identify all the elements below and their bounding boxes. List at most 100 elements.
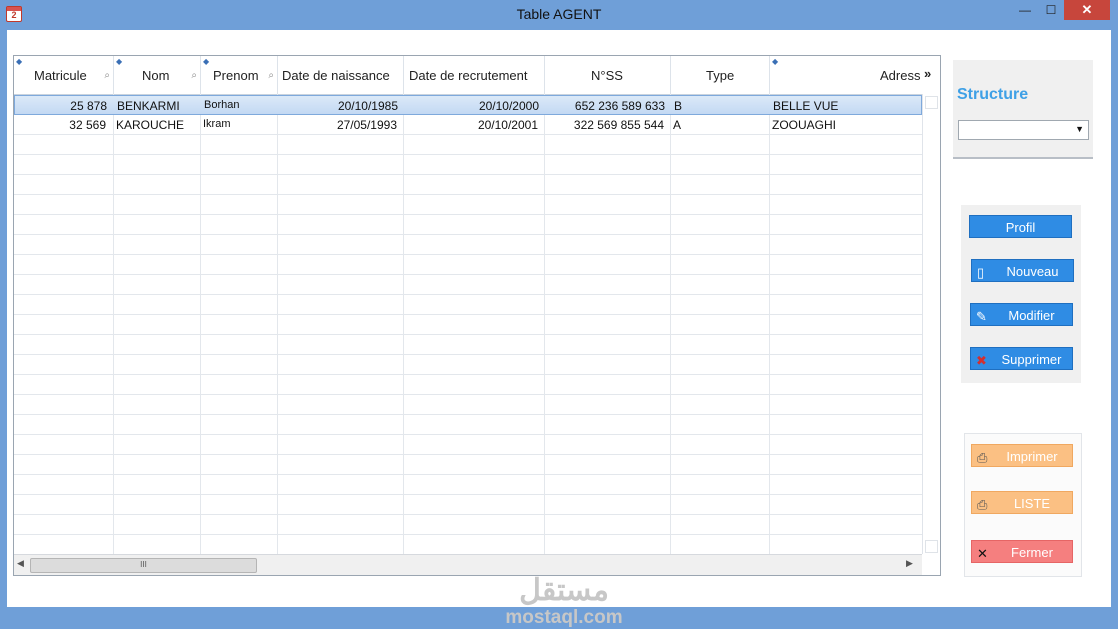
button-label: Modifier <box>1008 308 1055 323</box>
vertical-scrollbar[interactable] <box>922 94 940 554</box>
search-icon[interactable]: ⌕ <box>104 70 110 81</box>
empty-table-row <box>14 455 922 475</box>
new-document-icon: ▯ <box>977 265 985 280</box>
column-header-date-recrutement[interactable]: Date de recrutement <box>404 56 545 94</box>
horizontal-scrollbar[interactable]: ◀ III ▶ <box>14 554 922 575</box>
cell-prenom: Ikram <box>203 118 231 130</box>
button-label: Supprimer <box>1001 352 1062 367</box>
empty-table-row <box>14 435 922 455</box>
column-header-nom[interactable]: ◆ Nom ⌕ <box>114 56 201 94</box>
watermark-latin: mostaql.com <box>505 607 623 628</box>
cell-nom: BENKARMI <box>117 99 180 113</box>
table-header: ◆ Matricule ⌕ ◆ Nom ⌕ ◆ Prenom ⌕ Date de… <box>14 56 940 95</box>
fermer-button[interactable]: ✕ Fermer <box>971 540 1073 563</box>
empty-table-row <box>14 155 922 175</box>
watermark-arabic: مستقل <box>519 574 609 607</box>
empty-table-row <box>14 515 922 535</box>
cell-recrutement: 20/10/2000 <box>478 99 539 113</box>
cell-naissance: 20/10/1985 <box>337 99 398 113</box>
scroll-up-box[interactable] <box>925 96 938 109</box>
more-columns-icon[interactable]: » <box>924 66 931 81</box>
button-label: Fermer <box>1011 545 1053 560</box>
scroll-down-box[interactable] <box>925 540 938 553</box>
cell-nss: 322 569 855 544 <box>573 118 664 132</box>
column-header-date-naissance[interactable]: Date de naissance <box>278 56 404 94</box>
watermark: مستقل mostaql.com <box>494 575 634 629</box>
scroll-right-arrow-icon[interactable]: ▶ <box>906 558 913 569</box>
client-area: ◆ Matricule ⌕ ◆ Nom ⌕ ◆ Prenom ⌕ Date de… <box>7 30 1111 628</box>
window-title: Table AGENT <box>516 6 602 22</box>
scrollbar-thumb[interactable]: III <box>30 558 257 573</box>
app-window: 2 Table AGENT — ☐ ✕ ◆ Matricule ⌕ ◆ Nom … <box>0 0 1118 628</box>
column-header-type[interactable]: Type <box>671 56 770 94</box>
printer-icon: ⎙ <box>977 450 988 465</box>
column-header-matricule[interactable]: ◆ Matricule ⌕ <box>14 56 114 94</box>
empty-table-row <box>14 415 922 435</box>
liste-button[interactable]: ⎙ LISTE <box>971 491 1073 514</box>
empty-table-row <box>14 295 922 315</box>
search-icon[interactable]: ⌕ <box>268 70 274 81</box>
nouveau-button[interactable]: ▯ Nouveau <box>971 259 1074 282</box>
edit-icon: ✎ <box>976 309 987 324</box>
cell-matricule: 25 878 <box>70 99 107 113</box>
column-label: Type <box>706 68 735 83</box>
cell-type: A <box>673 118 682 132</box>
modifier-button[interactable]: ✎ Modifier <box>970 303 1073 326</box>
close-x-icon: ✕ <box>977 546 988 561</box>
empty-table-row <box>14 275 922 295</box>
sort-icon[interactable]: ◆ <box>16 57 22 66</box>
column-header-prenom[interactable]: ◆ Prenom ⌕ <box>201 56 278 94</box>
printer-icon: ⎙ <box>977 497 988 512</box>
empty-table-row <box>14 235 922 255</box>
cell-nom: KAROUCHE <box>116 118 185 132</box>
delete-x-icon: ✖ <box>976 353 987 368</box>
empty-table-row <box>14 355 922 375</box>
cell-recrutement: 20/10/2001 <box>477 118 538 132</box>
sort-icon[interactable]: ◆ <box>203 57 209 66</box>
empty-table-row <box>14 195 922 215</box>
column-label: Date de recrutement <box>409 68 528 83</box>
structure-label: Structure <box>957 86 1029 103</box>
cell-matricule: 32 569 <box>69 118 106 132</box>
profil-button[interactable]: Profil <box>969 215 1072 238</box>
print-panel: ⎙ Imprimer ⎙ LISTE ✕ Fermer <box>964 433 1082 577</box>
supprimer-button[interactable]: ✖ Supprimer <box>970 347 1073 370</box>
cell-prenom: Borhan <box>204 99 240 111</box>
column-header-adresse[interactable]: ◆ Adress <box>770 56 922 94</box>
close-window-button[interactable]: ✕ <box>1064 0 1110 20</box>
button-label: LISTE <box>1013 496 1051 511</box>
column-header-nss[interactable]: N°SS <box>545 56 671 94</box>
table-row[interactable]: 25 878 BENKARMI Borhan 20/10/1985 20/10/… <box>14 95 922 115</box>
empty-table-row <box>14 175 922 195</box>
imprimer-button[interactable]: ⎙ Imprimer <box>971 444 1073 467</box>
maximize-button[interactable]: ☐ <box>1038 0 1064 20</box>
title-bar[interactable]: 2 Table AGENT — ☐ ✕ <box>0 0 1118 30</box>
agent-table[interactable]: ◆ Matricule ⌕ ◆ Nom ⌕ ◆ Prenom ⌕ Date de… <box>13 55 941 576</box>
empty-table-row <box>14 335 922 355</box>
column-label: N°SS <box>591 68 623 83</box>
cell-naissance: 27/05/1993 <box>336 118 397 132</box>
cell-adresse: BELLE VUE <box>773 99 839 113</box>
button-label: Nouveau <box>1006 264 1059 279</box>
empty-table-row <box>14 475 922 495</box>
scroll-left-arrow-icon[interactable]: ◀ <box>17 558 24 569</box>
cell-adresse: ZOOUAGHI <box>772 118 837 132</box>
empty-table-row <box>14 255 922 275</box>
structure-dropdown[interactable]: ▼ <box>958 120 1089 140</box>
chevron-down-icon[interactable]: ▼ <box>1075 124 1084 134</box>
button-label: Profil <box>1005 220 1036 235</box>
empty-table-row <box>14 215 922 235</box>
empty-table-row <box>14 395 922 415</box>
empty-table-row <box>14 375 922 395</box>
search-icon[interactable]: ⌕ <box>191 70 197 81</box>
sort-icon[interactable]: ◆ <box>772 57 778 66</box>
column-label: Matricule <box>34 68 87 83</box>
cell-nss: 652 236 589 633 <box>574 99 665 113</box>
column-label: Date de naissance <box>282 68 390 83</box>
cell-type: B <box>674 99 683 113</box>
minimize-button[interactable]: — <box>1012 0 1038 20</box>
table-row[interactable]: 32 569 KAROUCHE Ikram 27/05/1993 20/10/2… <box>14 115 922 135</box>
empty-table-row <box>14 135 922 155</box>
empty-table-row <box>14 535 922 555</box>
sort-icon[interactable]: ◆ <box>116 57 122 66</box>
